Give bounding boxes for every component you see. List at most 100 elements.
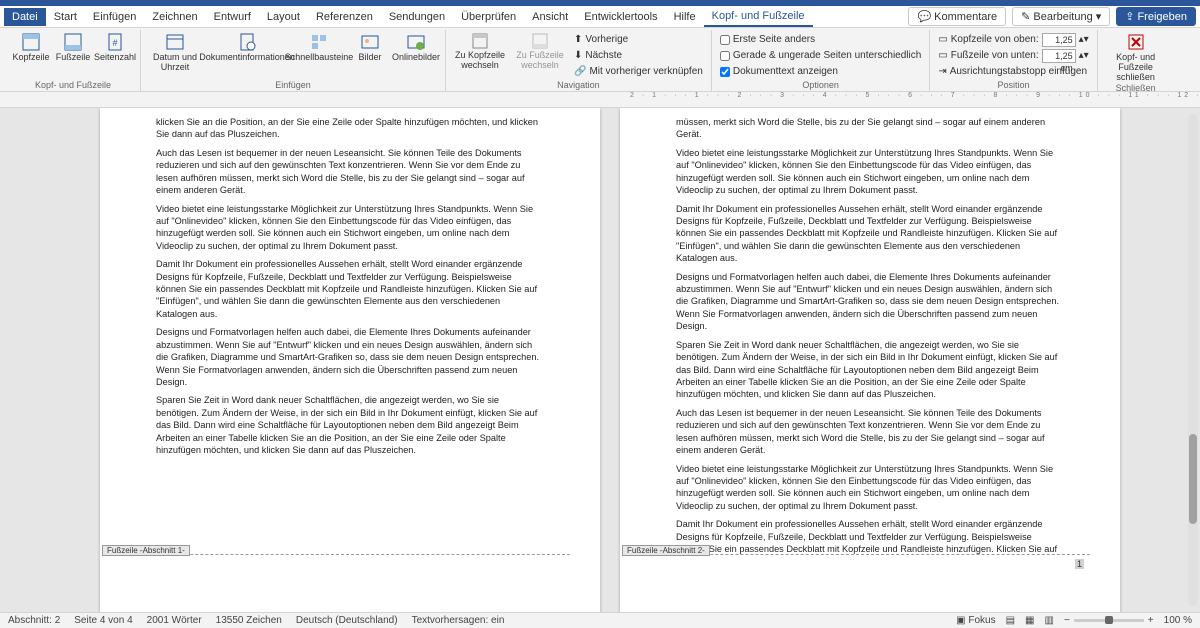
goto-footer-icon — [531, 32, 549, 50]
date-time-button[interactable]: Datum und Uhrzeit — [147, 32, 203, 73]
pictures-button[interactable]: Bilder — [351, 32, 389, 63]
focus-mode-button[interactable]: ▣ Fokus — [956, 615, 995, 626]
close-header-footer-button[interactable]: Kopf- und Fußzeile schließen — [1104, 32, 1168, 83]
body-text: müssen, merkt sich Word die Stelle, bis … — [620, 108, 1120, 554]
ribbon-group-position: ▭Kopfzeile von oben:1,25 cm▴▾ ▭Fußzeile … — [930, 30, 1097, 91]
pencil-icon: ✎ — [1021, 10, 1030, 23]
footer-tag: Fußzeile -Abschnitt 1- — [102, 545, 190, 556]
tab-start[interactable]: Start — [46, 8, 85, 26]
tab-developer[interactable]: Entwicklertools — [576, 8, 665, 26]
share-icon: ⇪ — [1125, 10, 1134, 23]
comments-button[interactable]: 💬Kommentare — [908, 7, 1006, 26]
footer-page-number[interactable]: 1 — [1075, 559, 1084, 569]
next-button[interactable]: ⬇Nächste — [572, 48, 705, 63]
tab-icon: ⇥ — [938, 66, 946, 77]
view-read-mode-icon[interactable]: ▦ — [1025, 615, 1034, 626]
page-number-icon: # — [105, 32, 125, 52]
footer-button[interactable]: Fußzeile — [54, 32, 92, 63]
tab-file[interactable]: Datei — [4, 8, 46, 26]
group-label: Navigation — [557, 80, 600, 91]
status-chars[interactable]: 13550 Zeichen — [216, 615, 282, 626]
footer-from-bottom[interactable]: ▭Fußzeile von unten:1,25 cm▴▾ — [936, 48, 1090, 63]
first-page-different-checkbox[interactable]: Erste Seite anders — [718, 32, 923, 47]
zoom-out-icon[interactable]: − — [1064, 615, 1070, 626]
share-button[interactable]: ⇪Freigeben — [1116, 7, 1196, 26]
previous-button[interactable]: ⬆Vorherige — [572, 32, 705, 47]
previous-icon: ⬆ — [574, 34, 582, 45]
quick-parts-button[interactable]: Schnellbausteine — [291, 32, 347, 63]
page-left: klicken Sie an die Position, an der Sie … — [100, 108, 600, 612]
status-words[interactable]: 2001 Wörter — [147, 615, 202, 626]
ribbon-group-options: Erste Seite anders Gerade & ungerade Sei… — [712, 30, 930, 91]
view-web-layout-icon[interactable]: ▥ — [1045, 615, 1054, 626]
footer-zone[interactable]: Fußzeile -Abschnitt 1- — [130, 554, 570, 602]
ribbon: Kopfzeile Fußzeile #Seitenzahl Kopf- und… — [0, 28, 1200, 92]
next-icon: ⬇ — [574, 50, 582, 61]
body-text: klicken Sie an die Position, an der Sie … — [100, 108, 600, 554]
spinner-icon[interactable]: ▴▾ — [1079, 34, 1089, 45]
view-print-layout-icon[interactable]: ▤ — [1006, 615, 1015, 626]
status-predictions[interactable]: Textvorhersagen: ein — [412, 615, 505, 626]
status-section[interactable]: Abschnitt: 2 — [8, 615, 60, 626]
goto-footer-button: Zu Fußzeile wechseln — [512, 32, 568, 71]
goto-header-button[interactable]: Zu Kopfzeile wechseln — [452, 32, 508, 71]
header-from-top[interactable]: ▭Kopfzeile von oben:1,25 cm▴▾ — [936, 32, 1090, 47]
show-doc-text-checkbox[interactable]: Dokumenttext anzeigen — [718, 64, 923, 79]
header-button[interactable]: Kopfzeile — [12, 32, 50, 63]
footer-zone[interactable]: Fußzeile -Abschnitt 2- 1 — [650, 554, 1090, 602]
tab-layout[interactable]: Layout — [259, 8, 308, 26]
scrollbar-thumb[interactable] — [1189, 434, 1197, 524]
tab-header-footer[interactable]: Kopf- und Fußzeile — [704, 7, 813, 27]
ribbon-group-header-footer: Kopfzeile Fußzeile #Seitenzahl Kopf- und… — [6, 30, 141, 91]
header-top-icon: ▭ — [938, 34, 947, 45]
tab-design[interactable]: Entwurf — [206, 8, 259, 26]
status-bar: Abschnitt: 2 Seite 4 von 4 2001 Wörter 1… — [0, 612, 1200, 628]
picture-icon — [360, 32, 380, 52]
ribbon-group-insert: Datum und Uhrzeit Dokumentinformationen … — [141, 30, 446, 91]
zoom-slider[interactable]: −+ — [1064, 615, 1154, 626]
status-language[interactable]: Deutsch (Deutschland) — [296, 615, 398, 626]
page-right: müssen, merkt sich Word die Stelle, bis … — [620, 108, 1120, 612]
vertical-scrollbar[interactable] — [1188, 114, 1198, 606]
editing-button[interactable]: ✎Bearbeitung▾ — [1012, 7, 1110, 26]
tab-references[interactable]: Referenzen — [308, 8, 381, 26]
doc-info-icon — [237, 32, 257, 52]
tab-view[interactable]: Ansicht — [524, 8, 576, 26]
tab-draw[interactable]: Zeichnen — [144, 8, 205, 26]
footer-tag: Fußzeile -Abschnitt 2- — [622, 545, 710, 556]
footer-icon — [63, 32, 83, 52]
comment-icon: 💬 — [917, 10, 931, 23]
link-previous-button[interactable]: 🔗Mit vorheriger verknüpfen — [572, 64, 705, 79]
spinner-icon[interactable]: ▴▾ — [1079, 50, 1089, 61]
footer-bottom-icon: ▭ — [938, 50, 947, 61]
odd-even-different-checkbox[interactable]: Gerade & ungerade Seiten unterschiedlich — [718, 48, 923, 63]
group-label: Kopf- und Fußzeile — [35, 80, 111, 91]
quick-parts-icon — [309, 32, 329, 52]
tab-mailings[interactable]: Sendungen — [381, 8, 453, 26]
close-icon — [1126, 32, 1146, 52]
group-label: Position — [997, 80, 1029, 91]
ribbon-group-close: Kopf- und Fußzeile schließen Schließen — [1098, 30, 1174, 91]
menu-bar: Datei Start Einfügen Zeichnen Entwurf La… — [0, 6, 1200, 28]
doc-info-button[interactable]: Dokumentinformationen — [207, 32, 287, 63]
zoom-level[interactable]: 100 % — [1164, 615, 1192, 626]
group-label: Einfügen — [275, 80, 311, 91]
header-icon — [21, 32, 41, 52]
online-picture-icon — [406, 32, 426, 52]
calendar-icon — [165, 32, 185, 52]
horizontal-ruler[interactable]: 2 · 1 · · · 1 · · · 2 · · · 3 · · · 4 · … — [0, 92, 1200, 108]
svg-text:#: # — [112, 38, 117, 48]
tab-insert[interactable]: Einfügen — [85, 8, 144, 26]
goto-header-icon — [471, 32, 489, 50]
insert-alignment-tab[interactable]: ⇥Ausrichtungstabstopp einfügen — [936, 64, 1090, 79]
document-workspace: klicken Sie an die Position, an der Sie … — [0, 108, 1200, 612]
online-pictures-button[interactable]: Onlinebilder — [393, 32, 439, 63]
chevron-down-icon: ▾ — [1096, 10, 1102, 23]
ribbon-group-navigation: Zu Kopfzeile wechseln Zu Fußzeile wechse… — [446, 30, 712, 91]
zoom-in-icon[interactable]: + — [1148, 615, 1154, 626]
tab-help[interactable]: Hilfe — [666, 8, 704, 26]
page-number-button[interactable]: #Seitenzahl — [96, 32, 134, 63]
status-page[interactable]: Seite 4 von 4 — [74, 615, 132, 626]
tab-review[interactable]: Überprüfen — [453, 8, 524, 26]
group-label: Optionen — [802, 80, 839, 91]
